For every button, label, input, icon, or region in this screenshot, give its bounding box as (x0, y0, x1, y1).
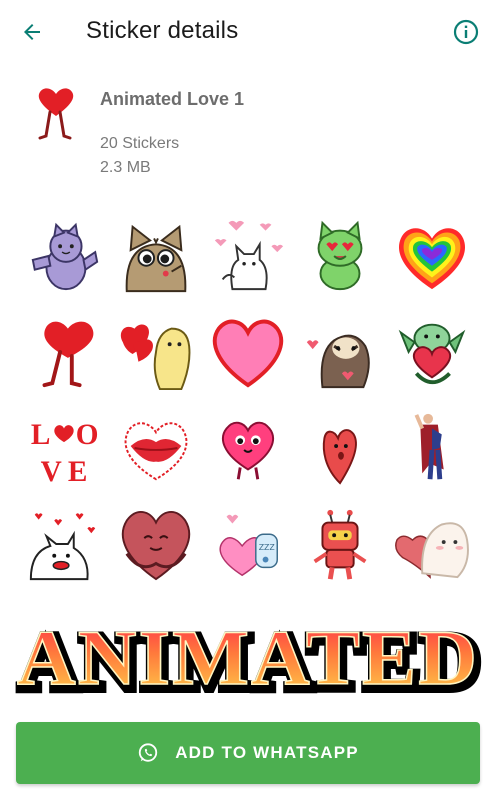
info-icon (453, 19, 479, 45)
sticker-cat-hearts-rain[interactable] (18, 496, 110, 592)
svg-text:ZZZ: ZZZ (259, 543, 275, 552)
ghost-heart-icon (395, 522, 469, 579)
sticker-walking-heart[interactable] (18, 304, 110, 400)
sticker-ghost-heart[interactable] (386, 496, 478, 592)
hugging-heart-icon (121, 511, 191, 581)
yellow-blob-icon (120, 324, 191, 391)
svg-text:O: O (76, 419, 99, 451)
robot-icon (313, 509, 367, 580)
purple-cat-icon (31, 222, 99, 291)
sticker-kiss-lips[interactable] (110, 400, 202, 496)
kiss-lips-icon (124, 422, 188, 481)
arrow-back-icon (24, 24, 40, 40)
banner-graphic: ANIMATED ANIMATED (15, 613, 485, 710)
add-to-whatsapp-button[interactable]: ADD TO WHATSAPP (16, 722, 480, 784)
sticker-pink-heart-character[interactable] (202, 400, 294, 496)
sticker-hugging-heart[interactable] (110, 496, 202, 592)
sticker-small-red-heart[interactable] (294, 400, 386, 496)
add-to-whatsapp-label: ADD TO WHATSAPP (175, 743, 359, 762)
pack-size: 2.3 MB (100, 159, 151, 176)
tabby-cat-icon (125, 224, 187, 293)
pink-heart-icon (212, 319, 284, 388)
sticker-tabby-cat-kiss[interactable] (110, 208, 202, 304)
sticker-green-cat-heart-eyes[interactable] (294, 208, 386, 304)
sticker-count: 20 Stickers (100, 135, 180, 152)
back-button[interactable] (14, 14, 50, 50)
pink-hearts-icon: ZZZ (219, 514, 278, 577)
small-heart-icon (322, 429, 357, 485)
page-title: Sticker details (86, 17, 239, 44)
sticker-white-cat-hearts[interactable] (202, 208, 294, 304)
svg-text:V: V (41, 456, 62, 487)
pack-name: Animated Love 1 (100, 89, 245, 109)
walking-heart-icon (42, 321, 94, 388)
pack-info: Animated Love 1 20 Stickers 2.3 MB (0, 70, 496, 200)
sloth-icon (306, 334, 370, 389)
sticker-dragon-heart[interactable] (386, 304, 478, 400)
info-button[interactable] (448, 14, 484, 50)
heart-character-icon (222, 421, 274, 480)
white-cat-icon (214, 220, 284, 291)
animated-banner: ANIMATED ANIMATED (0, 602, 496, 712)
sticker-purple-cat[interactable] (18, 208, 110, 304)
sticker-yellow-blob-hearts[interactable] (110, 304, 202, 400)
sticker-grid: L O V E ZZZ (18, 208, 478, 598)
sticker-rainbow-heart[interactable] (386, 208, 478, 304)
rainbow-heart-icon (398, 228, 466, 290)
svg-text:E: E (68, 456, 88, 487)
dragon-icon (398, 323, 466, 385)
sticker-pink-hearts-jar[interactable]: ZZZ (202, 496, 294, 592)
love-letters-icon: L O V E (31, 419, 99, 487)
svg-text:L: L (31, 419, 51, 451)
sticker-love-letters[interactable]: L O V E (18, 400, 110, 496)
banner-text: ANIMATED (17, 614, 479, 701)
sticker-red-robot[interactable] (294, 496, 386, 592)
whatsapp-icon (139, 743, 158, 762)
sticker-sloth-heart[interactable] (294, 304, 386, 400)
green-cat-icon (317, 220, 363, 291)
hero-icon (414, 413, 444, 480)
app-bar: Sticker details (0, 0, 496, 64)
sticker-pink-heart[interactable] (202, 304, 294, 400)
cat-hearts-icon (29, 513, 96, 581)
pack-tray-icon (38, 88, 74, 140)
sticker-hero-cape[interactable] (386, 400, 478, 496)
